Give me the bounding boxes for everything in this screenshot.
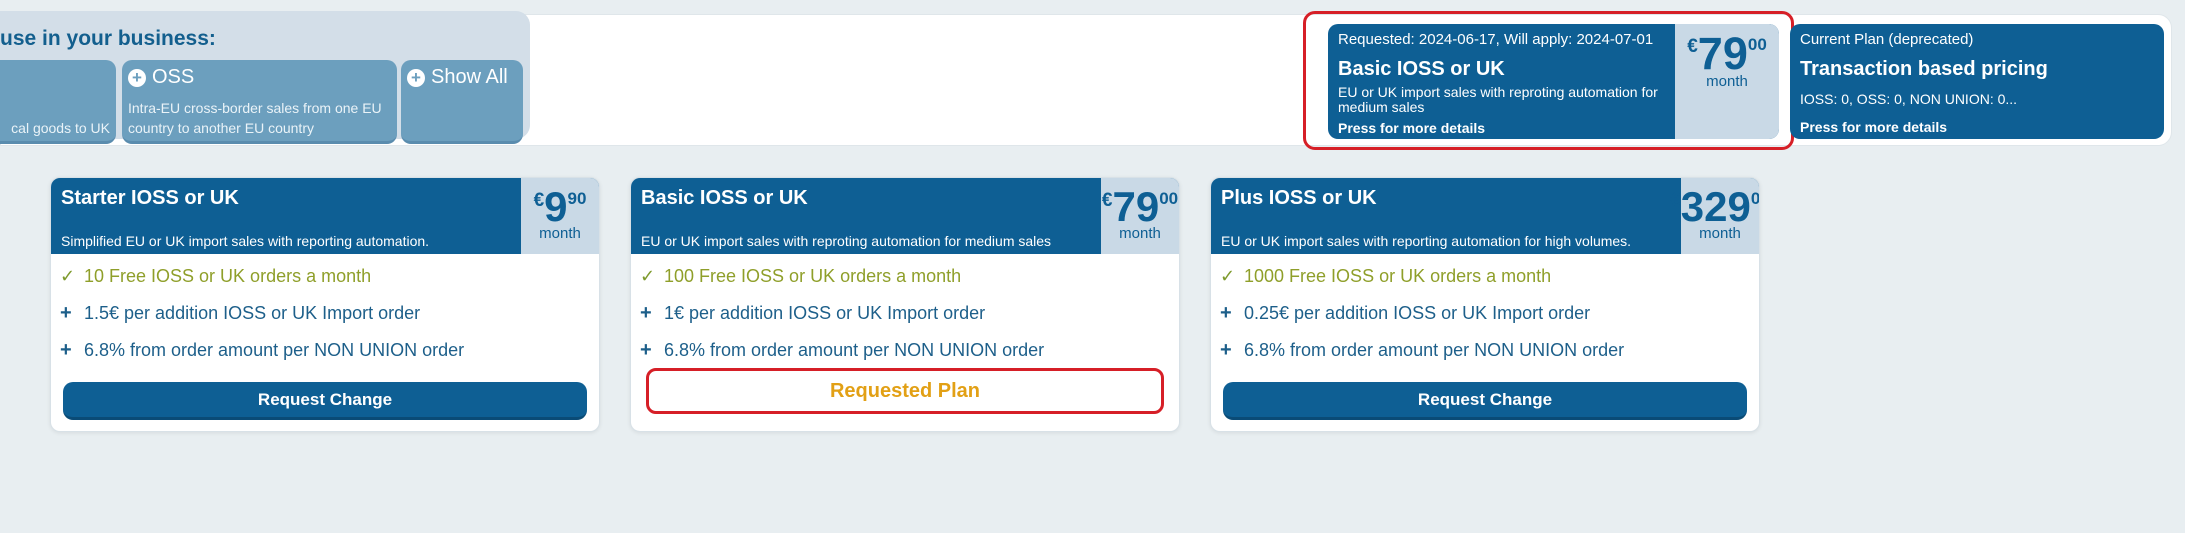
current-more-details[interactable]: Press for more details xyxy=(1800,119,2154,135)
price-dec: 00 xyxy=(1747,35,1767,54)
use-card-oss[interactable]: + OSS Intra-EU cross-border sales from o… xyxy=(122,60,397,144)
requested-plan-indicator: Requested Plan xyxy=(646,368,1164,414)
requested-price-box: € 79 00 month xyxy=(1675,24,1779,139)
plan-desc: EU or UK import sales with reproting aut… xyxy=(641,233,1052,249)
feature-free: ✓ 100 Free IOSS or UK orders a month xyxy=(640,266,962,286)
price-currency: € xyxy=(1670,190,1681,211)
show-all-label: Show All xyxy=(431,66,508,88)
use-card-desc: Intra-EU cross-border sales from one EU … xyxy=(128,100,382,136)
feature-free: ✓ 10 Free IOSS or UK orders a month xyxy=(60,266,372,286)
feature-add: +6.8% from order amount per NON UNION or… xyxy=(1220,339,1625,361)
requested-plan-title: Basic IOSS or UK xyxy=(1338,58,1505,80)
price-currency: € xyxy=(533,190,545,211)
feature-add: +6.8% from order amount per NON UNION or… xyxy=(60,339,465,361)
feature-free: ✓ 1000 Free IOSS or UK orders a month xyxy=(1220,266,1552,286)
plan-name: Plus IOSS or UK xyxy=(1221,187,1377,209)
price-currency: € xyxy=(1687,36,1698,57)
business-use-title: use in your business: xyxy=(0,27,216,50)
use-card-label: OSS xyxy=(152,66,195,88)
price-int: 329 xyxy=(1680,183,1751,230)
plus-icon: + xyxy=(1220,339,1232,361)
price-int: 79 xyxy=(1112,183,1160,230)
plan-price-box: € 79 00 month xyxy=(1101,178,1179,254)
current-plan-desc: IOSS: 0, OSS: 0, NON UNION: 0... xyxy=(1800,91,2018,107)
check-icon: ✓ xyxy=(640,266,656,286)
use-card-desc: cal goods to UK xyxy=(11,120,110,136)
feature-add: +6.8% from order amount per NON UNION or… xyxy=(640,339,1045,361)
price-dec: 00 xyxy=(1750,189,1760,208)
current-status: Current Plan (deprecated) xyxy=(1800,31,1974,48)
price-int: 9 xyxy=(544,183,568,230)
price-dec: 90 xyxy=(567,189,587,208)
requested-status: Requested: 2024-06-17, Will apply: 2024-… xyxy=(1338,31,1654,48)
plus-circle-icon: + xyxy=(128,68,146,87)
plan-desc: Simplified EU or UK import sales with re… xyxy=(61,233,430,249)
price-int: 79 xyxy=(1697,28,1748,79)
price-period: month xyxy=(539,225,581,242)
plan-desc: EU or UK import sales with reporting aut… xyxy=(1221,233,1632,249)
price-currency: € xyxy=(1101,190,1113,211)
price-period: month xyxy=(1706,73,1748,90)
feature-add: +0.25€ per addition IOSS or UK Import or… xyxy=(1220,302,1591,324)
plan-option-plus: Plus IOSS or UK EU or UK import sales wi… xyxy=(1210,177,1760,432)
plus-circle-icon: + xyxy=(407,68,425,87)
plan-name: Basic IOSS or UK xyxy=(641,187,808,209)
plus-icon: + xyxy=(1220,302,1232,324)
plan-option-starter: Starter IOSS or UK Simplified EU or UK i… xyxy=(50,177,600,432)
current-plan-card[interactable]: Current Plan (deprecated) Transaction ba… xyxy=(1790,24,2164,139)
plan-price-box: € 329 00 month xyxy=(1670,178,1760,254)
price-dec: 00 xyxy=(1159,189,1179,208)
plus-icon: + xyxy=(60,339,72,361)
plus-icon: + xyxy=(60,302,72,324)
current-plan-title: Transaction based pricing xyxy=(1800,58,2048,80)
plus-icon: + xyxy=(640,302,652,324)
use-card-uk-import[interactable]: cal goods to UK xyxy=(0,60,116,144)
business-use-panel: use in your business: cal goods to UK + … xyxy=(0,11,530,144)
check-icon: ✓ xyxy=(1220,266,1236,286)
requested-more-details[interactable]: Press for more details xyxy=(1338,120,1665,136)
requested-plan-desc: EU or UK import sales with reproting aut… xyxy=(1338,84,1658,115)
feature-add: +1€ per addition IOSS or UK Import order xyxy=(640,302,986,324)
plan-name: Starter IOSS or UK xyxy=(61,187,239,209)
feature-add: +1.5€ per addition IOSS or UK Import ord… xyxy=(60,302,421,324)
requested-plan-card[interactable]: Requested: 2024-06-17, Will apply: 2024-… xyxy=(1328,24,1779,139)
plan-price-box: € 9 90 month xyxy=(521,178,599,254)
request-change-button[interactable]: Request Change xyxy=(63,382,587,420)
request-change-button[interactable]: Request Change xyxy=(1223,382,1747,420)
show-all-button[interactable]: + Show All xyxy=(401,60,523,144)
check-icon: ✓ xyxy=(60,266,76,286)
plan-option-basic: Basic IOSS or UK EU or UK import sales w… xyxy=(630,177,1180,432)
plus-icon: + xyxy=(640,339,652,361)
